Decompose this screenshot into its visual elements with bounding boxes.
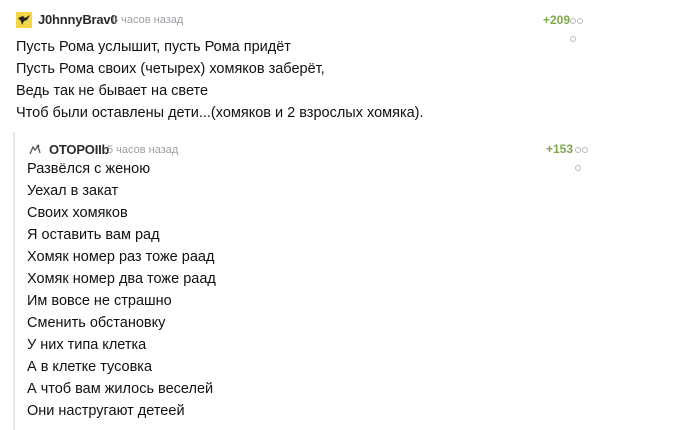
comment-timestamp[interactable]: 6 часов назад [112,14,183,26]
reply-line: Развёлся с женою [27,161,151,177]
comment-line: Ведь так не бывает на свете [16,83,209,99]
comment-line: Пусть Рома услышит, пусть Рома придёт [16,39,291,55]
reply-line: Хомяк номер два тоже раад [27,271,216,287]
small-avatar-icon[interactable] [27,142,43,158]
reply-line: Я оставить вам рад [27,227,160,243]
reply-line: Своих хомяков [27,205,128,221]
reply-line: Им вовсе не страшно [27,293,172,309]
comment-line: Чтоб были оставлены дети...(хомяков и 2 … [16,105,424,121]
comment-rating: +209 [542,13,570,27]
reply-line: У них типа клетка [27,337,147,353]
reply-timestamp[interactable]: 5 часов назад [107,144,178,156]
more-dots-icon[interactable] [570,12,588,42]
reply-body: Развёлся с женою Уехал в закат Своих хом… [27,158,587,422]
more-dots-icon[interactable] [575,141,593,171]
reply-comment: OTOPOIIb 5 часов назад +153 Развёлся с ж… [13,132,605,430]
reply-line: Хомяк номер раз тоже раад [27,249,215,265]
comment-header: J0hnnyBrav0 6 часов назад [16,10,576,30]
comment-line: Пусть Рома своих (четырех) хомяков забер… [16,61,325,77]
reply-line: А в клетке тусовка [27,359,153,375]
reply-author-link[interactable]: OTOPOIIb [49,142,109,157]
comment-body: Пусть Рома услышит, пусть Рома придёт Пу… [16,36,576,124]
reply-line: Они настругают детеей [27,403,185,419]
reply-line: Уехал в закат [27,183,119,199]
reply-header: OTOPOIIb 5 часов назад [27,140,597,160]
reply-line: Сменить обстановку [27,315,166,331]
reply-line: А чтоб вам жилось веселей [27,381,214,397]
comment-author-link[interactable]: J0hnnyBrav0 [38,12,118,27]
reply-rating: +153 [545,142,573,156]
bird-avatar-icon[interactable] [16,12,32,28]
